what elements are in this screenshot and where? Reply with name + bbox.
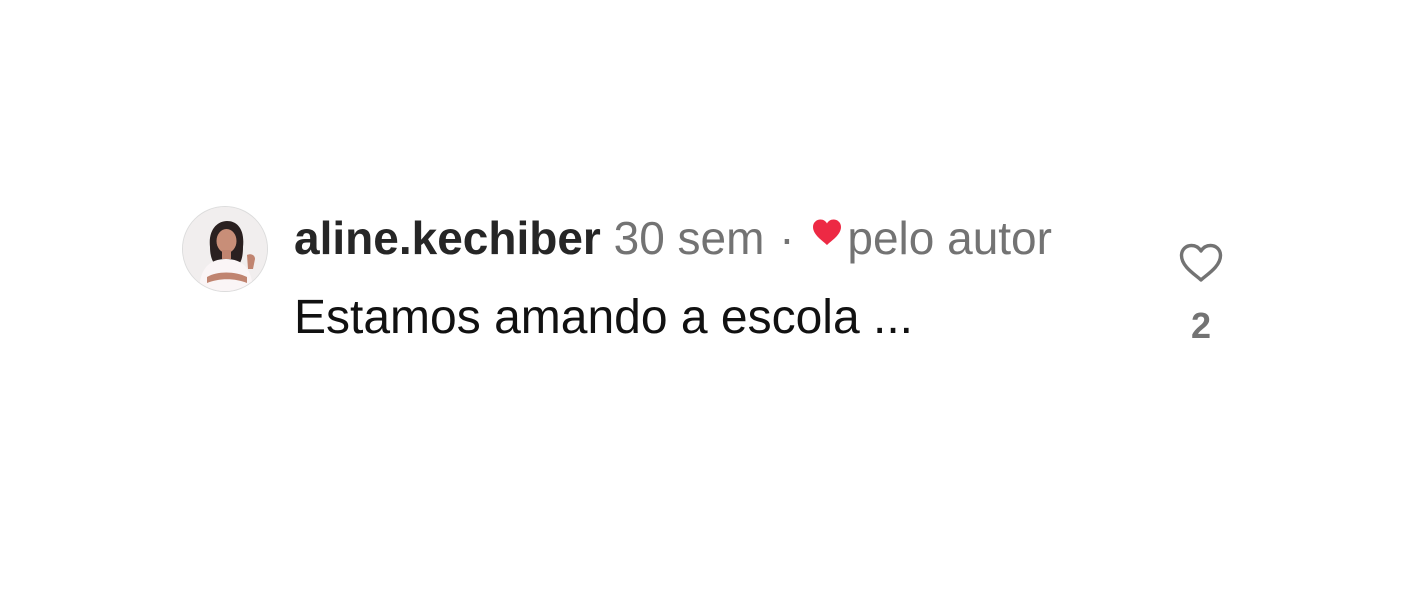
timestamp[interactable]: 30 sem [614,212,765,264]
like-button[interactable]: 2 [1174,242,1228,346]
comment-body: aline.kechiber 30 sem · pelo autor Estam… [294,206,1054,348]
separator: · [779,212,795,264]
heart-filled-icon [813,219,842,245]
comment-item: aline.kechiber 30 sem · pelo autor Estam… [182,206,1242,426]
heart-outline-icon[interactable] [1174,242,1228,284]
comment-text: Estamos amando a escola ... [294,291,913,344]
username-link[interactable]: aline.kechiber [294,212,601,264]
comment-meta: aline.kechiber 30 sem · pelo autor [294,206,1054,270]
avatar[interactable] [182,206,268,292]
avatar-image [183,207,267,291]
like-count[interactable]: 2 [1174,306,1228,346]
liked-by-author-label: pelo autor [847,212,1052,264]
